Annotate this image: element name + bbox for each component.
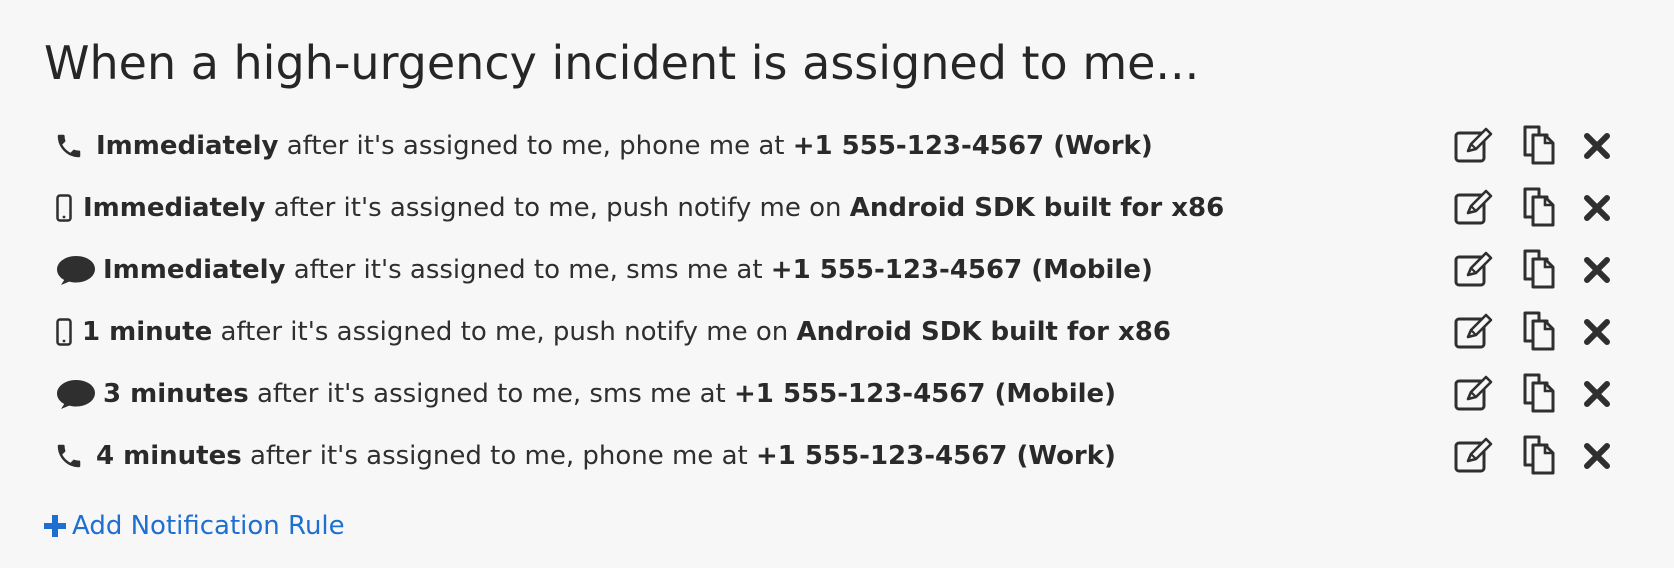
copy-icon[interactable] [1516,248,1558,289]
delete-icon[interactable] [1576,312,1618,352]
rule-actions [0,115,1674,177]
page-title: When a high-urgency incident is assigned… [44,36,1200,90]
edit-icon[interactable] [1453,436,1495,476]
copy-icon[interactable] [1516,186,1558,227]
rule-actions [0,363,1674,425]
rule-actions [0,425,1674,487]
delete-icon[interactable] [1576,436,1618,476]
edit-icon[interactable] [1453,312,1495,352]
copy-icon[interactable] [1516,124,1558,165]
edit-icon[interactable] [1453,126,1495,166]
delete-icon[interactable] [1576,250,1618,290]
rule-actions-column [0,115,1674,487]
copy-icon[interactable] [1516,310,1558,351]
delete-icon[interactable] [1576,374,1618,414]
rule-actions [0,239,1674,301]
edit-icon[interactable] [1453,374,1495,414]
edit-icon[interactable] [1453,188,1495,228]
edit-icon[interactable] [1453,250,1495,290]
rule-actions [0,301,1674,363]
copy-icon[interactable] [1516,372,1558,413]
delete-icon[interactable] [1576,188,1618,228]
rule-actions [0,177,1674,239]
add-notification-rule-link[interactable]: Add Notification Rule [44,511,345,541]
add-notification-rule-label: Add Notification Rule [72,511,345,541]
plus-icon [44,515,66,537]
delete-icon[interactable] [1576,126,1618,166]
copy-icon[interactable] [1516,434,1558,475]
